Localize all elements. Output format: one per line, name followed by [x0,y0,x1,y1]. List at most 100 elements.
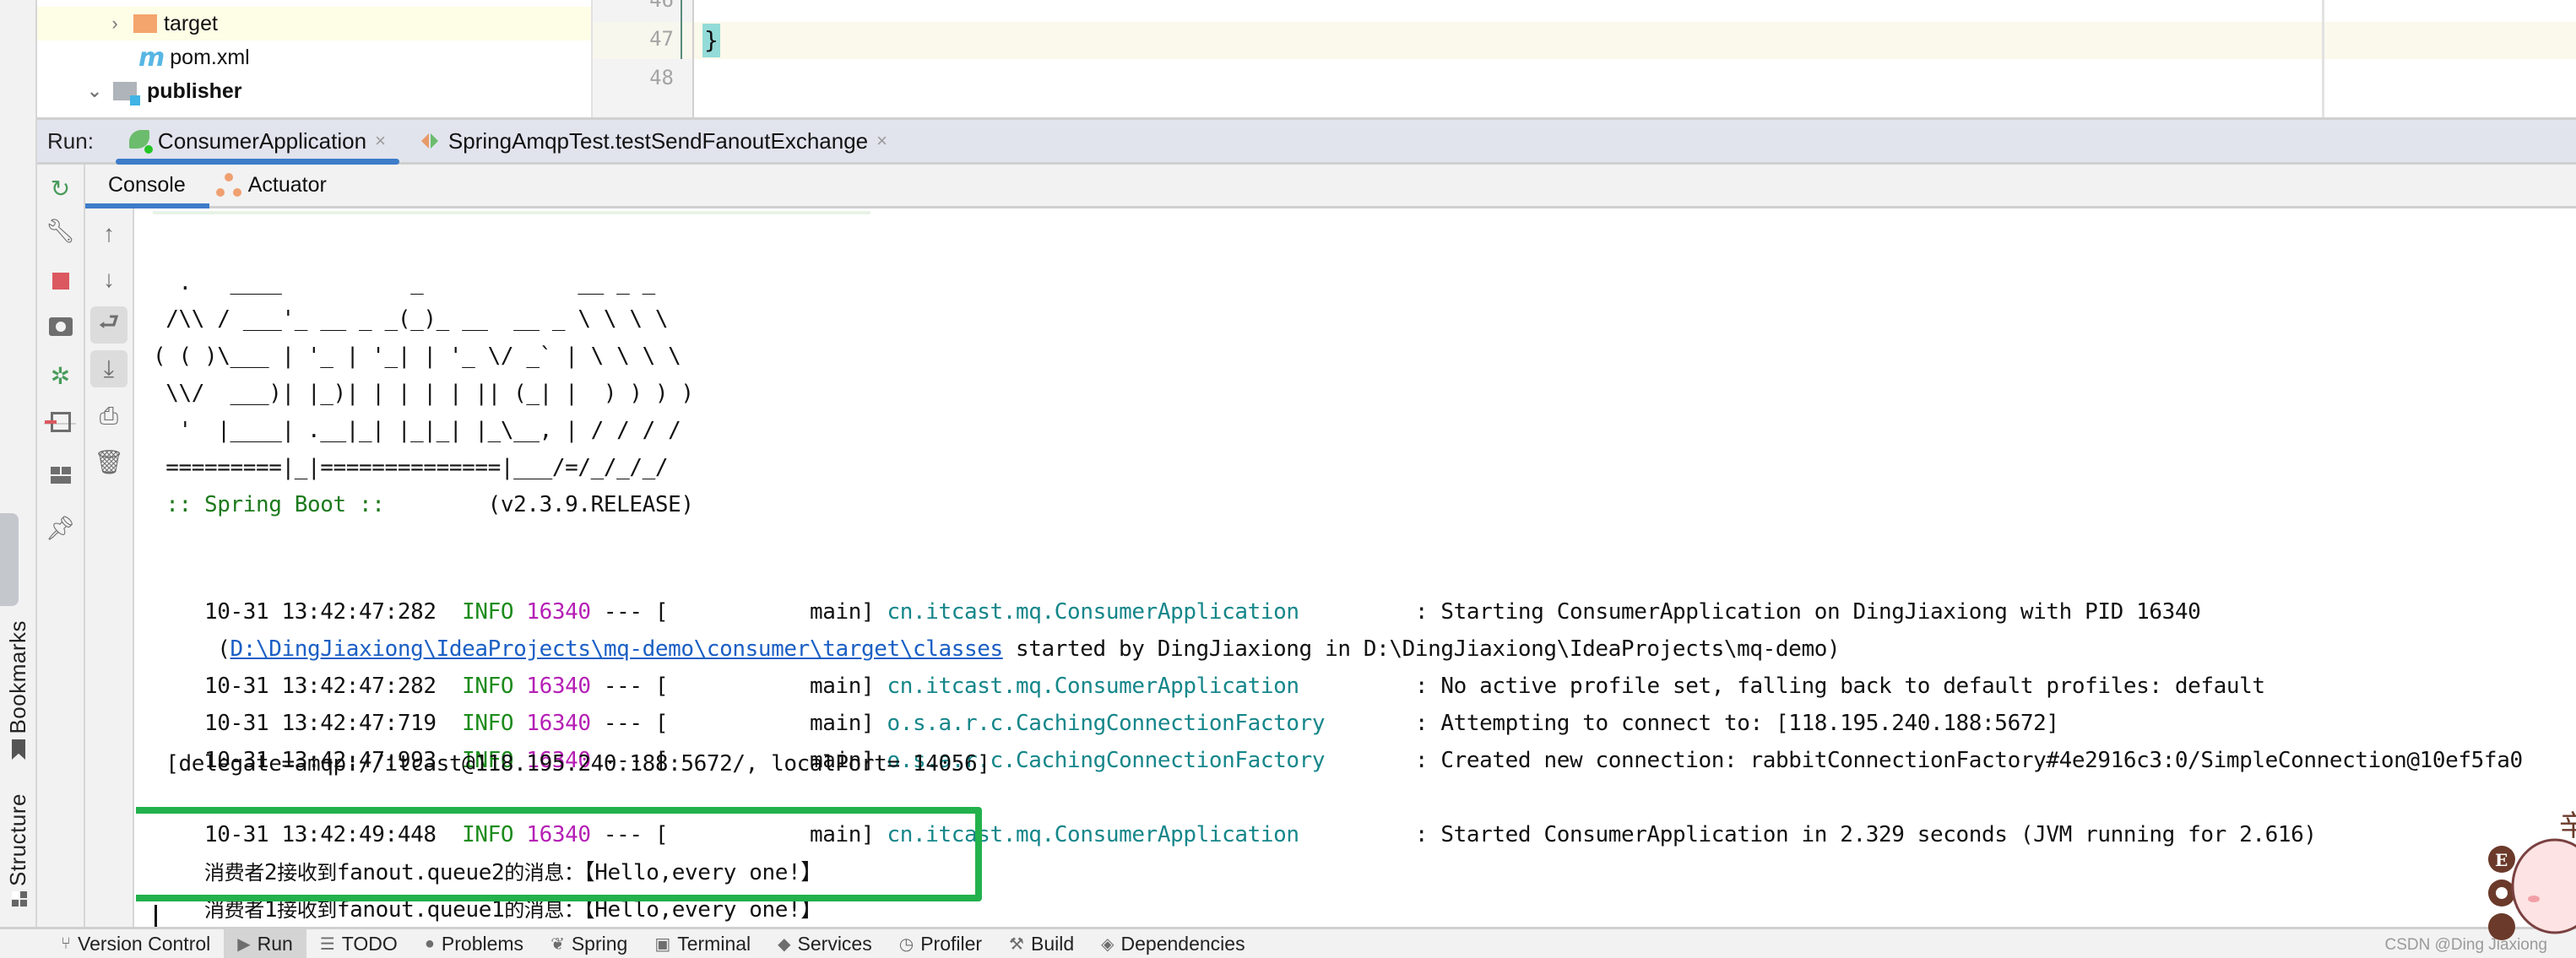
dependencies-icon: ◈ [1101,934,1114,954]
services-icon: ◆ [778,934,791,954]
matched-brace: } [702,24,720,57]
layout-icon[interactable] [37,458,84,492]
structure-icon [12,891,27,907]
tool-button-run[interactable]: ▶ Run [224,929,306,958]
run-tool-window-header: Run: ConsumerApplication × SpringAmqpTes… [37,117,2576,165]
tree-item-label: pom.xml [170,45,250,69]
chevron-down-icon[interactable]: ⌄ [84,80,105,102]
tool-button-terminal[interactable]: ▣ Terminal [641,929,764,958]
log-line: 10-31 13:42:47:719 INFO 16340 --- [ main… [153,673,2059,736]
soft-wrap-icon[interactable]: ⮐ [90,306,127,344]
tool-button-spring[interactable]: ❦ Spring [537,929,641,958]
banner-line: /\\ / ___'_ __ _ _(_)_ __ __ _ \ \ \ \ [153,306,669,332]
spring-boot-run-icon [128,130,153,154]
log-continuation: [delegate=amqp://itcast@118.195.240.188:… [153,751,990,777]
tool-button-label: Spring [571,932,628,955]
current-line-highlight [694,22,2576,59]
module-folder-icon [113,82,140,106]
print-icon[interactable]: ⎙ [85,399,133,433]
tool-button-dependencies[interactable]: ◈ Dependencies [1087,929,1258,958]
debug-attach-icon[interactable]: ✲ [37,359,84,392]
tool-button-services[interactable]: ◆ Services [764,929,886,958]
run-toolbar-primary: ↻ 🔧︎ ✲ 📌︎ [37,165,85,927]
line-number: 48 [649,66,674,89]
structure-tool-button[interactable]: Structure [5,793,31,886]
run-tab-label: SpringAmqpTest.testSendFanoutExchange [447,127,869,154]
tool-button-label: TODO [341,932,398,955]
tab-console[interactable]: Console [84,165,209,208]
stop-icon[interactable] [37,264,84,298]
bookmarks-tool-button[interactable]: Bookmarks [5,620,31,734]
tool-button-version-control[interactable]: ⑂ Version Control [47,929,224,958]
structure-label: Structure [5,793,30,886]
camera-icon[interactable] [37,310,84,344]
log-line: 10-31 13:42:47:282 INFO 16340 --- [ main… [153,561,2201,625]
tool-button-build[interactable]: ⚒ Build [995,929,1087,958]
tab-actuator[interactable]: Actuator [209,165,350,206]
rerun-icon[interactable]: ↻ [37,171,84,205]
run-label: Run: [47,127,94,154]
tool-button-label: Profiler [920,932,983,955]
spring-boot-version-line: :: Spring Boot :: (v2.3.9.RELEASE) [153,488,694,522]
spring-boot-version: (v2.3.9.RELEASE) [397,492,694,517]
svg-text:辛: 辛 [2559,810,2576,843]
maven-icon: m [138,42,165,73]
log-message: : Started ConsumerApplication in 2.329 s… [1402,822,2317,847]
log-message: : Created new connection: rabbitConnecti… [1402,748,2523,773]
tree-item-pom-xml[interactable]: m pom.xml [37,41,591,74]
chevron-right-icon[interactable]: › [105,13,125,35]
tool-button-label: Dependencies [1120,932,1245,955]
banner-line: =========|_|==============|___/=/_/_/_/ [153,455,669,480]
profiler-icon: ◷ [898,934,914,954]
wrench-icon[interactable]: 🔧︎ [37,214,84,247]
trash-icon[interactable]: 🗑︎ [85,445,133,479]
message-text: 的消息： [504,898,584,922]
tool-button-label: Version Control [78,932,211,955]
tool-button-label: Run [257,932,293,955]
banner-line: ( ( )\___ | '_ | '_| | '_ \/ _` | \ \ \ … [153,344,681,369]
code-editor[interactable]: } [694,0,2576,118]
tree-item-label: publisher [147,78,242,103]
log-line: 10-31 13:42:47:282 INFO 16340 --- [ main… [153,636,2265,699]
build-icon: ⚒ [1009,934,1024,954]
tool-button-label: Problems [441,932,524,955]
tool-button-label: Build [1030,932,1075,955]
run-tab-consumer-application[interactable]: ConsumerApplication × [115,120,399,165]
left-tool-window-strip: Bookmarks Structure [0,0,37,927]
spring-boot-label: :: Spring Boot :: [153,492,398,517]
down-arrow-icon[interactable]: ↓ [85,263,133,296]
tree-item-target[interactable]: › target [37,7,591,41]
actuator-icon [215,172,241,198]
line-number: 47 [649,27,674,51]
close-icon[interactable]: × [876,130,887,152]
tree-item-label: target [164,11,218,35]
tool-button-problems[interactable]: ● Problems [411,929,537,958]
svg-text:E: E [2495,850,2508,870]
log-continuation: (D:\DingJiaxiong\IdeaProjects\mq-demo\co… [153,598,1840,662]
tool-button-label: Services [797,932,872,955]
sticker-image: 辛 E [2488,810,2576,940]
scroll-to-end-icon[interactable]: ⤓ [90,350,127,387]
terminal-icon: ▣ [654,934,671,954]
pin-icon[interactable]: 📌︎ [37,511,84,544]
log-line: 10-31 13:42:47:993 INFO 16340 --- [ main… [153,710,2523,773]
up-arrow-icon[interactable]: ↑ [85,217,133,251]
console-output[interactable]: . ____ _ __ _ _ /\\ / ___'_ __ _ _(_)_ _… [136,211,2576,927]
tree-item-publisher[interactable]: ⌄ publisher [37,74,591,108]
bookmarks-label: Bookmarks [5,620,30,734]
right-margin-guide [2322,0,2324,118]
banner-line: . ____ _ __ _ _ [153,270,656,295]
folder-icon [133,14,157,33]
editor-gutter: 46 47 48 [593,0,694,118]
scrollbar-thumb[interactable] [0,513,19,606]
tool-button-profiler[interactable]: ◷ Profiler [886,929,995,958]
run-icon: ▶ [237,934,251,954]
run-tab-spring-amqp-test[interactable]: SpringAmqpTest.testSendFanoutExchange × [408,120,901,162]
bookmark-icon [12,739,25,760]
tool-button-todo[interactable]: ☰ TODO [306,929,411,958]
close-icon[interactable]: × [375,130,386,152]
import-icon[interactable] [37,405,84,439]
highlight-annotation-box [136,807,982,901]
tool-button-label: Terminal [677,932,751,955]
console-tab-bar: Console Actuator [84,165,2576,208]
